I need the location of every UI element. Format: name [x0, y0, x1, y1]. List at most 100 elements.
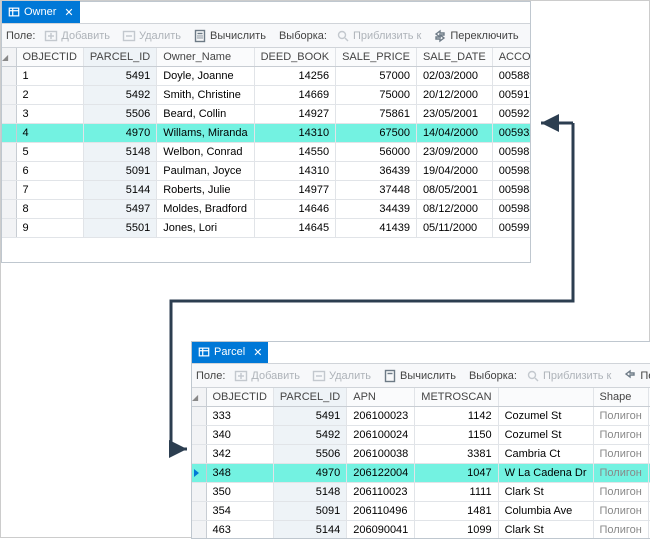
row-header[interactable]: [2, 181, 16, 200]
cell[interactable]: 14669: [254, 86, 335, 105]
cell[interactable]: 5506: [83, 105, 156, 124]
delete-field-button[interactable]: Удалить: [307, 366, 376, 386]
cell[interactable]: Полигон: [593, 502, 648, 521]
cell[interactable]: 23/05/2001: [416, 105, 492, 124]
cell[interactable]: Полигон: [593, 483, 648, 502]
cell[interactable]: 4970: [273, 464, 346, 483]
column-header[interactable]: APN: [347, 388, 415, 407]
table-row[interactable]: 35450912061104961481Columbia AveПолигонR…: [192, 502, 650, 521]
cell[interactable]: Полигон: [593, 426, 648, 445]
cell[interactable]: Willams, Miranda: [157, 124, 254, 143]
cell[interactable]: 5144: [273, 521, 346, 539]
switch-selection-button[interactable]: Переключить: [428, 26, 523, 46]
cell[interactable]: 14/04/2000: [416, 124, 492, 143]
column-header[interactable]: SALE_DATE: [416, 48, 492, 67]
row-header[interactable]: [192, 483, 206, 502]
cell[interactable]: Doyle, Joanne: [157, 67, 254, 86]
select-all-corner[interactable]: ◢: [2, 48, 16, 67]
cell[interactable]: 00598585: [492, 181, 530, 200]
cell[interactable]: 206100038: [347, 445, 415, 464]
cell[interactable]: 3: [16, 105, 83, 124]
cell[interactable]: Cozumel St: [498, 407, 593, 426]
cell[interactable]: 14645: [254, 219, 335, 238]
cell[interactable]: Clark St: [498, 521, 593, 539]
cell[interactable]: 1: [16, 67, 83, 86]
owner-grid[interactable]: ◢OBJECTIDPARCEL_IDOwner_NameDEED_BOOKSAL…: [2, 48, 530, 262]
column-header[interactable]: PARCEL_ID: [273, 388, 346, 407]
row-header[interactable]: [192, 407, 206, 426]
cell[interactable]: 56000: [336, 143, 417, 162]
cell[interactable]: 5148: [273, 483, 346, 502]
delete-field-button[interactable]: Удалить: [117, 26, 186, 46]
cell[interactable]: 350: [206, 483, 273, 502]
cell[interactable]: 9: [16, 219, 83, 238]
table-row[interactable]: 55148Welbon, Conrad145505600023/09/20000…: [2, 143, 530, 162]
cell[interactable]: 3381: [415, 445, 498, 464]
calculate-button[interactable]: Вычислить: [378, 366, 461, 386]
row-header[interactable]: [192, 502, 206, 521]
cell[interactable]: 14927: [254, 105, 335, 124]
column-header[interactable]: ACCOUNT: [492, 48, 530, 67]
cell[interactable]: 37448: [336, 181, 417, 200]
cell[interactable]: 1111: [415, 483, 498, 502]
cell[interactable]: 1481: [415, 502, 498, 521]
add-field-button[interactable]: Добавить: [229, 366, 305, 386]
cell[interactable]: 8: [16, 200, 83, 219]
cell[interactable]: 5491: [273, 407, 346, 426]
column-header[interactable]: Shape: [593, 388, 648, 407]
cell[interactable]: Paulman, Joyce: [157, 162, 254, 181]
cell[interactable]: 342: [206, 445, 273, 464]
close-icon[interactable]: ✕: [251, 346, 264, 359]
cell[interactable]: Smith, Christine: [157, 86, 254, 105]
parcel-grid[interactable]: ◢OBJECTIDPARCEL_IDAPNMETROSCANShapeParce…: [192, 388, 650, 538]
row-header[interactable]: [2, 67, 16, 86]
cell[interactable]: 00599107: [492, 219, 530, 238]
cell[interactable]: Полигон: [593, 464, 648, 483]
table-row[interactable]: 85497Moldes, Bradford146463443908/12/200…: [2, 200, 530, 219]
cell[interactable]: Cambria Ct: [498, 445, 593, 464]
table-row[interactable]: 34054922061000241150Cozumel StПолигонRes…: [192, 426, 650, 445]
row-header[interactable]: [2, 124, 16, 143]
cell[interactable]: 4: [16, 124, 83, 143]
table-row[interactable]: 34255062061000383381Cambria CtПолигонRes…: [192, 445, 650, 464]
cell[interactable]: W La Cadena Dr: [498, 464, 593, 483]
zoom-to-button[interactable]: Приблизить к: [331, 26, 426, 46]
cell[interactable]: 206110496: [347, 502, 415, 521]
cell[interactable]: 20/12/2000: [416, 86, 492, 105]
cell[interactable]: 67500: [336, 124, 417, 143]
cell[interactable]: 5492: [83, 86, 156, 105]
column-header[interactable]: DEED_BOOK: [254, 48, 335, 67]
table-row[interactable]: 25492Smith, Christine146697500020/12/200…: [2, 86, 530, 105]
row-header[interactable]: [192, 464, 206, 483]
cell[interactable]: 57000: [336, 67, 417, 86]
cell[interactable]: 14646: [254, 200, 335, 219]
cell[interactable]: Cozumel St: [498, 426, 593, 445]
column-header[interactable]: [498, 388, 593, 407]
cell[interactable]: 05/11/2000: [416, 219, 492, 238]
table-row[interactable]: 46351442060900411099Clark StПолигонResid…: [192, 521, 650, 539]
cell[interactable]: 14310: [254, 162, 335, 181]
owner-tab[interactable]: Owner ✕: [2, 1, 80, 23]
column-header[interactable]: OBJECTID: [16, 48, 83, 67]
table-row[interactable]: 33354912061000231142Cozumel StПолигонRes…: [192, 407, 650, 426]
cell[interactable]: 206100023: [347, 407, 415, 426]
cell[interactable]: 00588954: [492, 67, 530, 86]
cell[interactable]: 75000: [336, 86, 417, 105]
cell[interactable]: 75861: [336, 105, 417, 124]
cell[interactable]: 5091: [273, 502, 346, 521]
cell[interactable]: 1047: [415, 464, 498, 483]
row-header[interactable]: [192, 426, 206, 445]
cell[interactable]: 5: [16, 143, 83, 162]
cell[interactable]: 5506: [273, 445, 346, 464]
cell[interactable]: 5497: [83, 200, 156, 219]
column-header[interactable]: PARCEL_ID: [83, 48, 156, 67]
cell[interactable]: 14550: [254, 143, 335, 162]
cell[interactable]: 4970: [83, 124, 156, 143]
row-header[interactable]: [2, 162, 16, 181]
cell[interactable]: Columbia Ave: [498, 502, 593, 521]
cell[interactable]: 2: [16, 86, 83, 105]
column-header[interactable]: METROSCAN: [415, 388, 498, 407]
cell[interactable]: 206110023: [347, 483, 415, 502]
cell[interactable]: 5491: [83, 67, 156, 86]
cell[interactable]: 14256: [254, 67, 335, 86]
